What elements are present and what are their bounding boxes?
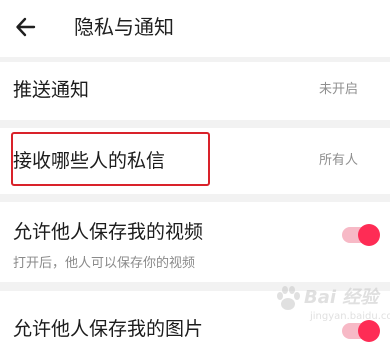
save-video-description: 打开后，他人可以保存你的视频 xyxy=(13,256,196,271)
save-video-label: 允许他人保存我的视频 xyxy=(13,221,204,243)
arrow-left-icon[interactable] xyxy=(13,14,39,40)
baidu-paw-icon xyxy=(277,286,300,310)
message-privacy-value: 所有人 xyxy=(318,153,358,168)
privacy-notification-screen: 隐私与通知 推送通知 未开启 接收哪些人的私信 所有人 允许他人保存我的视频 打… xyxy=(0,0,390,347)
header-bar: 隐私与通知 xyxy=(0,0,390,57)
page-title: 隐私与通知 xyxy=(74,15,174,39)
highlight-annotation-box xyxy=(11,132,210,186)
watermark-url: jingyan.baidu.com xyxy=(310,311,390,322)
push-notification-label: 推送通知 xyxy=(13,79,90,101)
save-image-label: 允许他人保存我的图片 xyxy=(13,318,204,340)
watermark-text: Bai 经验 xyxy=(304,287,379,308)
push-notification-row[interactable]: 推送通知 未开启 xyxy=(0,62,390,120)
save-video-toggle[interactable] xyxy=(342,224,380,246)
save-video-row: 允许他人保存我的视频 打开后，他人可以保存你的视频 xyxy=(0,202,390,282)
baidu-watermark: Bai 经验 jingyan.baidu.com xyxy=(272,283,390,331)
toggle-knob xyxy=(358,224,380,246)
push-notification-value: 未开启 xyxy=(318,82,358,97)
